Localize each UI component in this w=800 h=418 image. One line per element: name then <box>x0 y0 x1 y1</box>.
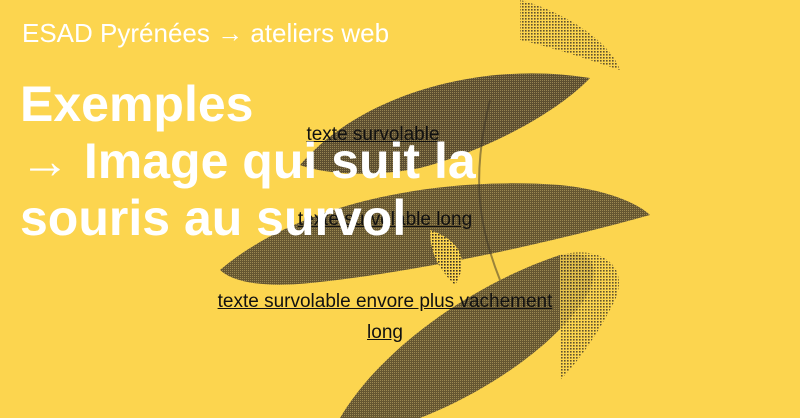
page-title: Exemples → Image qui suit la souris au s… <box>20 76 620 247</box>
page-title-line-2: → Image qui suit la <box>20 133 476 189</box>
hover-link-very-long[interactable]: texte survolable envore plus vachement l… <box>200 286 570 348</box>
page-title-line-1: Exemples <box>20 76 254 132</box>
page-title-line-3: souris au survol <box>20 190 407 246</box>
